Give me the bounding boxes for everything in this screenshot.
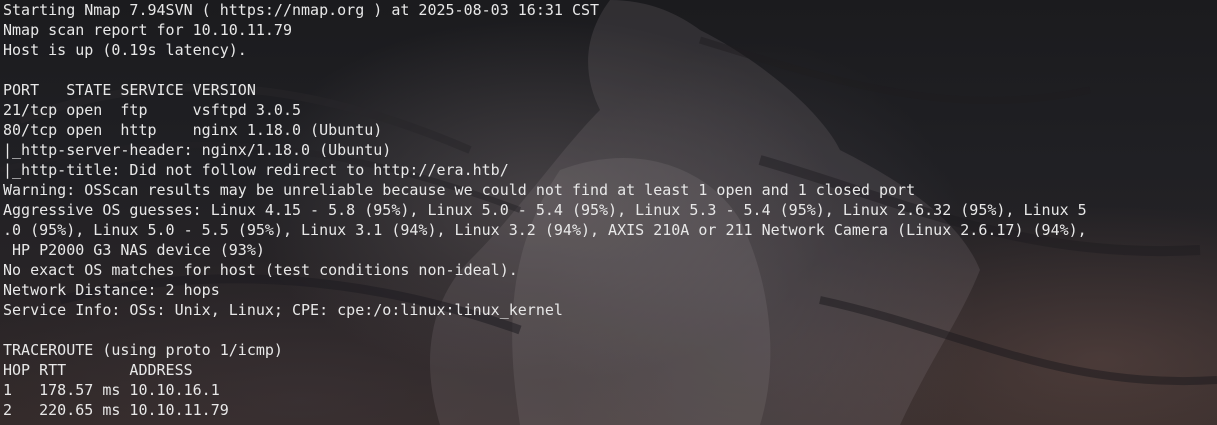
terminal-line: Warning: OSScan results may be unreliabl… [3,181,916,199]
terminal-line: Network Distance: 2 hops [3,281,220,299]
terminal-line: |_http-server-header: nginx/1.18.0 (Ubun… [3,141,392,159]
terminal-line: 1 178.57 ms 10.10.16.1 [3,381,220,399]
terminal-line: HOP RTT ADDRESS [3,361,193,379]
terminal-window[interactable]: Starting Nmap 7.94SVN ( https://nmap.org… [0,0,1217,425]
terminal-line: Host is up (0.19s latency). [3,41,247,59]
terminal-line: TRACEROUTE (using proto 1/icmp) [3,341,283,359]
terminal-line: Service Info: OSs: Unix, Linux; CPE: cpe… [3,301,563,319]
terminal-line: Nmap scan report for 10.10.11.79 [3,21,292,39]
terminal-line: .0 (95%), Linux 5.0 - 5.5 (95%), Linux 3… [3,221,1087,239]
terminal-output: Starting Nmap 7.94SVN ( https://nmap.org… [3,0,1087,420]
terminal-line: 80/tcp open http nginx 1.18.0 (Ubuntu) [3,121,383,139]
terminal-line: No exact OS matches for host (test condi… [3,261,518,279]
terminal-line: HP P2000 G3 NAS device (93%) [3,241,265,259]
terminal-line: PORT STATE SERVICE VERSION [3,81,256,99]
terminal-line: 2 220.65 ms 10.10.11.79 [3,401,229,419]
terminal-line: Starting Nmap 7.94SVN ( https://nmap.org… [3,1,600,19]
terminal-line: |_http-title: Did not follow redirect to… [3,161,509,179]
terminal-line: Aggressive OS guesses: Linux 4.15 - 5.8 … [3,201,1087,219]
terminal-line: 21/tcp open ftp vsftpd 3.0.5 [3,101,302,119]
